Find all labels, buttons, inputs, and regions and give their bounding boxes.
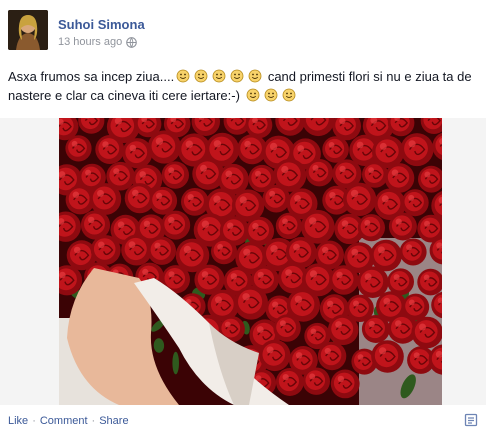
photo-container <box>0 118 486 405</box>
smiley-icon <box>264 88 277 102</box>
avatar[interactable] <box>8 10 48 50</box>
rose <box>65 135 92 162</box>
rose <box>322 136 349 163</box>
rose <box>211 238 237 265</box>
rose <box>275 368 304 396</box>
rose <box>361 315 390 343</box>
timestamp[interactable]: 13 hours ago <box>58 36 122 48</box>
rose <box>387 268 414 296</box>
rose <box>411 316 442 349</box>
rose <box>161 210 191 240</box>
emoticon-group <box>174 69 264 84</box>
author-name[interactable]: Suhoi Simona <box>58 17 145 32</box>
rose <box>330 369 360 399</box>
rose <box>161 161 189 189</box>
emoticon-group <box>244 88 298 103</box>
rose <box>302 367 330 395</box>
post-meta: 13 hours ago <box>58 36 138 48</box>
rose <box>121 234 153 266</box>
rose <box>90 235 121 265</box>
post-text-part-1: Asxa frumos sa incep ziua.... <box>8 69 175 84</box>
rose <box>149 186 178 215</box>
rose <box>305 159 334 187</box>
globe-icon[interactable] <box>126 36 138 48</box>
rose <box>234 285 268 320</box>
share-link[interactable]: Share <box>99 415 128 427</box>
smiley-icon <box>212 69 226 83</box>
rose <box>275 212 303 240</box>
smiley-icon <box>194 69 208 83</box>
rose <box>317 341 347 371</box>
rose <box>400 133 434 167</box>
roses-photo <box>59 118 442 405</box>
rose <box>388 212 417 241</box>
rose <box>362 161 389 188</box>
post-photo[interactable] <box>59 118 442 405</box>
rose <box>401 189 429 217</box>
action-separator: · <box>91 415 96 427</box>
profile-photo <box>8 10 48 50</box>
comment-link[interactable]: Comment <box>40 415 88 427</box>
rose <box>329 265 359 295</box>
rose <box>181 188 209 216</box>
smiley-icon <box>248 69 262 83</box>
smiley-icon <box>282 88 295 102</box>
story-actions: Like · Comment · Share <box>8 415 129 427</box>
rose <box>89 183 122 215</box>
rose <box>262 184 291 213</box>
rose <box>342 182 377 216</box>
share-icon[interactable] <box>464 413 478 427</box>
smiley-icon <box>176 69 190 83</box>
smiley-icon <box>246 88 259 102</box>
rose <box>95 135 125 164</box>
rose <box>384 163 415 193</box>
smiley-icon <box>230 69 244 83</box>
rose <box>357 214 385 242</box>
feed-story: Suhoi Simona 13 hours ago Asxa frumos sa… <box>0 0 486 441</box>
rose <box>259 339 291 372</box>
rose <box>399 238 427 266</box>
rose <box>147 236 176 265</box>
rose <box>327 314 359 346</box>
rose <box>273 314 301 342</box>
like-link[interactable]: Like <box>8 415 28 427</box>
action-separator: · <box>32 415 36 427</box>
rose <box>371 340 404 373</box>
rose <box>147 130 181 164</box>
post-message: Asxa frumos sa incep ziua.... cand prime… <box>8 67 480 105</box>
